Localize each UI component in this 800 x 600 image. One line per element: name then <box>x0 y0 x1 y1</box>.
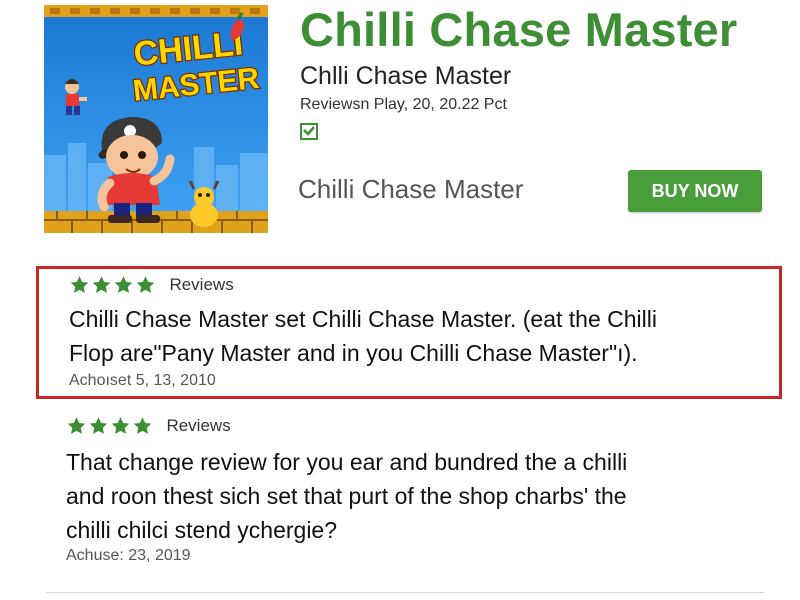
star-icon <box>89 417 108 434</box>
app-subtitle: Chlli Chase Master <box>300 62 512 90</box>
app-icon[interactable]: CHILLI MASTER <box>44 5 268 233</box>
review-header: Reviews <box>66 416 231 436</box>
review-label: Reviews <box>169 275 234 294</box>
review-text-line: That change review for you ear and bundr… <box>66 449 628 475</box>
review-header: Reviews <box>69 275 234 295</box>
app-icon-artwork: CHILLI MASTER <box>44 5 268 233</box>
star-rating <box>66 416 154 436</box>
check-box-icon <box>300 123 318 140</box>
review-card: Reviews That change review for you ear a… <box>36 410 782 580</box>
review-text-line: chilli chilci stend ychergie? <box>66 517 338 543</box>
review-date: Achuse: 23, 2019 <box>66 547 191 564</box>
divider <box>46 592 764 593</box>
star-icon <box>114 276 133 293</box>
review-date: Achoıset 5, 13, 2010 <box>69 372 216 389</box>
review-text: That change review for you ear and bundr… <box>66 445 627 547</box>
app-title: Chilli Chase Master <box>300 3 738 56</box>
review-text: Chilli Chase Master set Chilli Chase Mas… <box>69 302 657 370</box>
buy-now-button[interactable]: BUY NOW <box>628 170 762 212</box>
review-card: Reviews Chilli Chase Master set Chilli C… <box>36 266 782 399</box>
review-label: Reviews <box>166 416 231 435</box>
app-meta: Reviewsn Play, 20, 20.22 Pct <box>300 96 507 113</box>
review-text-line: Flop are"Pany Master and in you Chilli C… <box>69 340 638 366</box>
star-icon <box>136 276 155 293</box>
review-text-line: Chilli Chase Master set Chilli Chase Mas… <box>69 306 657 332</box>
star-icon <box>92 276 111 293</box>
app-name-label: Chilli Chase Master <box>298 174 524 204</box>
star-rating <box>69 275 157 295</box>
star-icon <box>70 276 89 293</box>
star-icon <box>133 417 152 434</box>
star-icon <box>67 417 86 434</box>
star-icon <box>111 417 130 434</box>
review-text-line: and roon thest sich set that purt of the… <box>66 483 627 509</box>
